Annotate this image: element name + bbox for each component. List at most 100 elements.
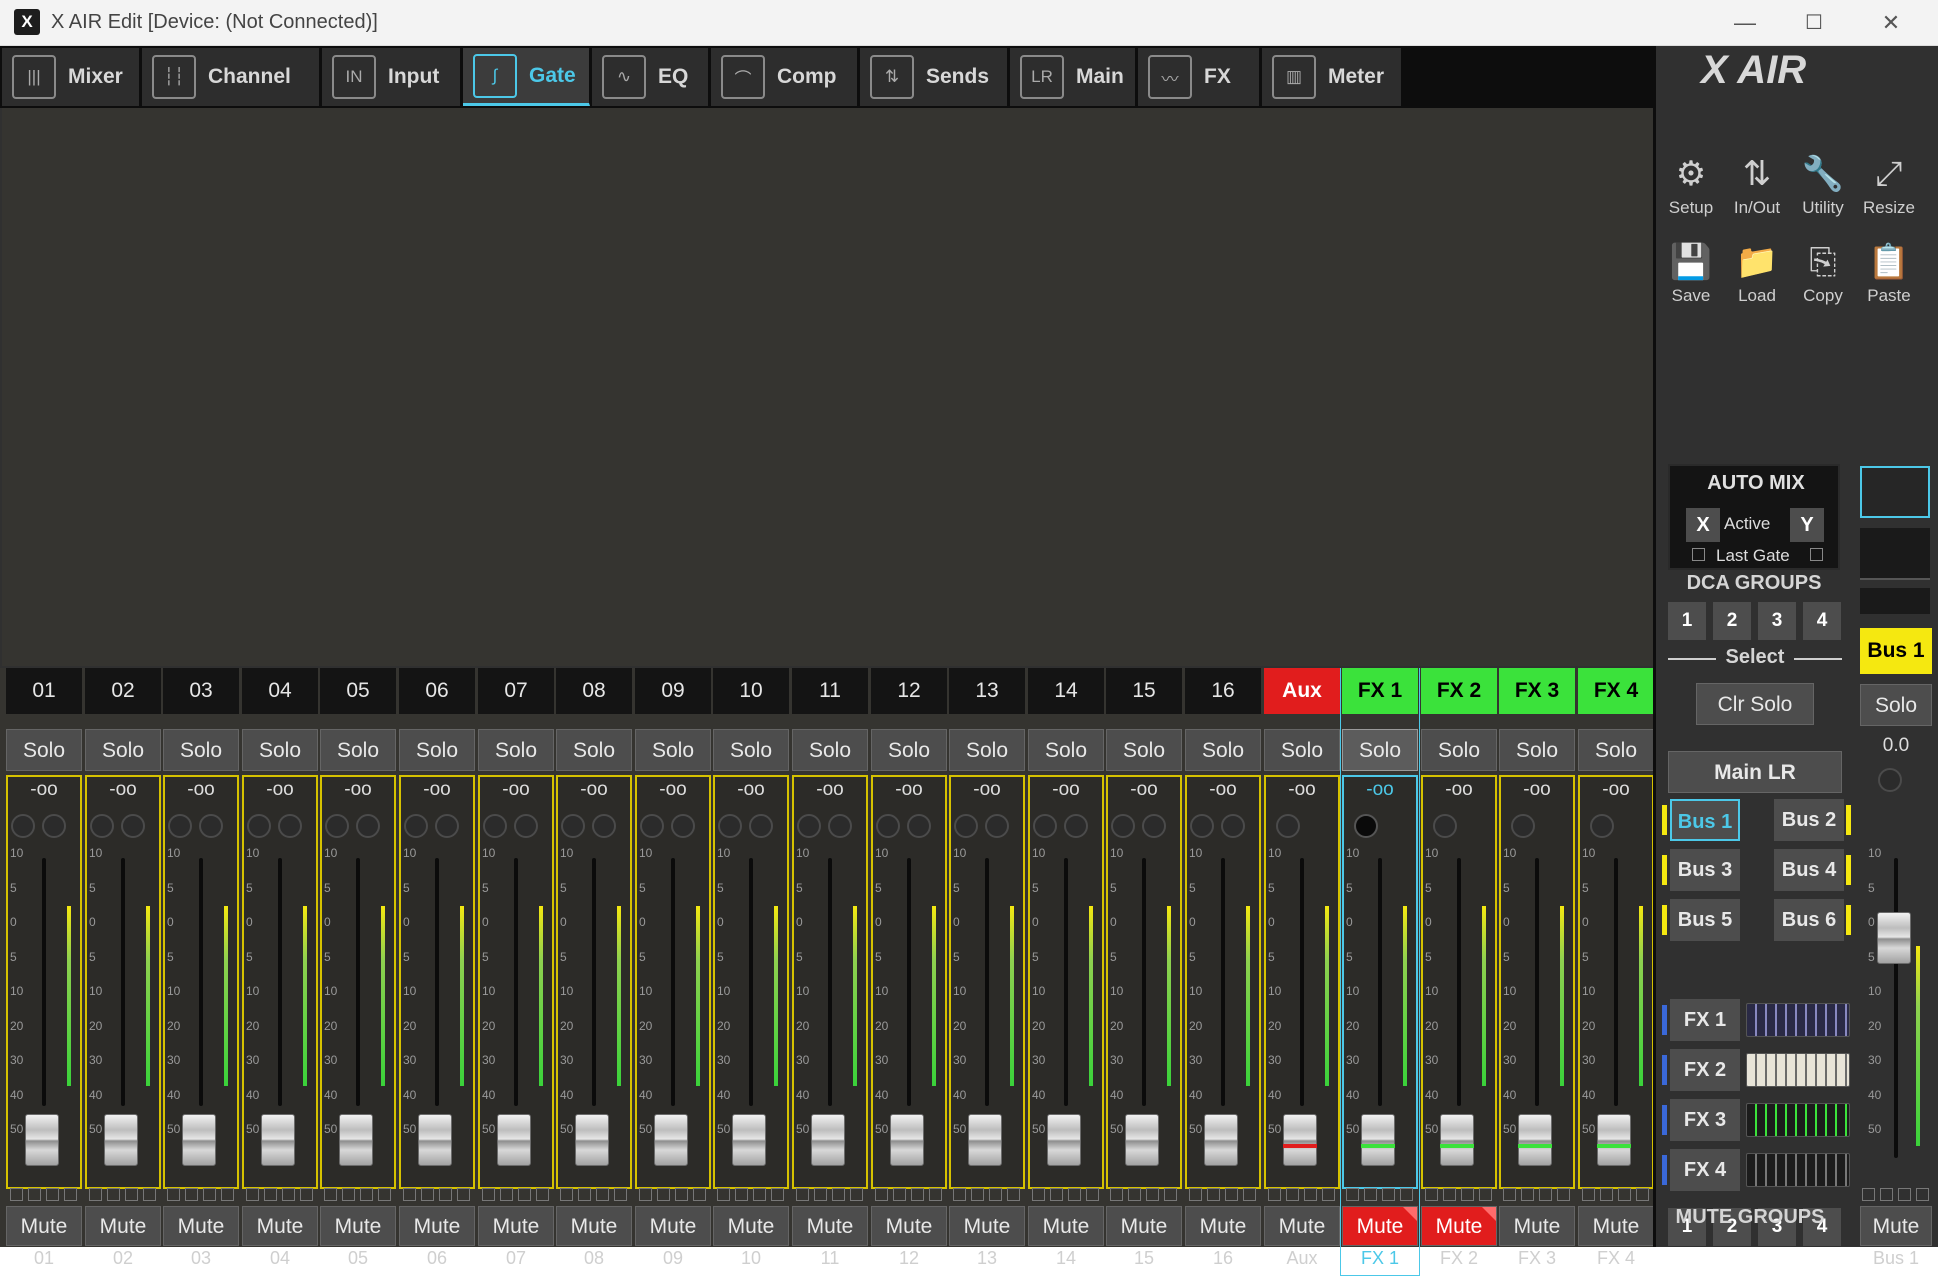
gain-knob[interactable] [561,814,585,838]
mute-group-box[interactable] [107,1188,120,1201]
mute-group-box[interactable] [300,1188,313,1201]
channel-number[interactable]: 15 [1106,668,1182,714]
tab-channel[interactable]: ┆┆ Channel [142,48,320,106]
gain-knob[interactable] [483,814,507,838]
solo-button[interactable]: Solo [242,729,318,771]
pan-knob[interactable] [1433,814,1457,838]
channel-number[interactable]: 09 [635,668,711,714]
tab-mixer[interactable]: ||| Mixer [2,48,140,106]
fx-3-select-button[interactable]: FX 3 [1670,1099,1740,1141]
tab-comp[interactable]: ⌒ Comp [711,48,858,106]
mute-button[interactable]: Mute [242,1206,318,1246]
mute-group-box[interactable] [46,1188,59,1201]
gain-knob[interactable] [11,814,35,838]
mute-button[interactable]: Mute [478,1206,554,1246]
mute-button[interactable]: Mute [871,1206,947,1246]
tab-sends[interactable]: ⇅ Sends [860,48,1008,106]
solo-button[interactable]: Solo [1499,729,1575,771]
fader-cap[interactable] [497,1114,531,1166]
tool-load[interactable]: 📁 Load [1726,238,1788,318]
bus1-mute-group-box[interactable] [1862,1188,1875,1201]
mute-group-box[interactable] [989,1188,1002,1201]
mute-button[interactable]: Mute [1499,1206,1575,1246]
bus1-strip-label[interactable]: Bus 1 [1860,628,1932,674]
fx-2-thumbnail[interactable] [1746,1053,1850,1087]
solo-button[interactable]: Solo [635,729,711,771]
fader-cap[interactable] [654,1114,688,1166]
fader-cap[interactable] [1047,1114,1081,1166]
main-lr-button[interactable]: Main LR [1668,751,1842,793]
pan-knob[interactable] [42,814,66,838]
close-button[interactable]: ✕ [1868,8,1914,38]
mute-group-box[interactable] [1557,1188,1570,1201]
tab-gate[interactable]: ∫ Gate [463,48,590,106]
pan-knob[interactable] [907,814,931,838]
tool-setup[interactable]: ⚙ Setup [1660,150,1722,230]
channel-number[interactable]: 05 [320,668,396,714]
mute-group-box[interactable] [832,1188,845,1201]
mute-button[interactable]: Mute [635,1206,711,1246]
mute-group-box[interactable] [1050,1188,1063,1201]
mute-button[interactable]: Mute [1264,1206,1340,1246]
bus1-mute-button[interactable]: Mute [1860,1206,1932,1246]
mute-group-box[interactable] [1618,1188,1631,1201]
mute-group-box[interactable] [1286,1188,1299,1201]
bus1-mute-group-box[interactable] [1898,1188,1911,1201]
mute-button[interactable]: Mute [320,1206,396,1246]
channel-number[interactable]: 13 [949,668,1025,714]
solo-button[interactable]: Solo [1106,729,1182,771]
bus1-pan-knob[interactable] [1878,768,1902,792]
mute-group-box[interactable] [1461,1188,1474,1201]
pan-knob[interactable] [278,814,302,838]
fader-cap[interactable] [811,1114,845,1166]
solo-button[interactable]: Solo [1028,729,1104,771]
mute-group-box[interactable] [439,1188,452,1201]
fader-cap[interactable] [418,1114,452,1166]
gain-knob[interactable] [797,814,821,838]
gain-knob[interactable] [640,814,664,838]
mute-group-box[interactable] [1110,1188,1123,1201]
mute-group-box[interactable] [203,1188,216,1201]
pan-knob[interactable] [1142,814,1166,838]
mute-group-box[interactable] [639,1188,652,1201]
mute-group-box[interactable] [560,1188,573,1201]
solo-button[interactable]: Solo [320,729,396,771]
mute-group-box[interactable] [246,1188,259,1201]
solo-button[interactable]: Solo [1185,729,1261,771]
gain-knob[interactable] [1190,814,1214,838]
mute-button[interactable]: Mute [792,1206,868,1246]
bus-5-select-button[interactable]: Bus 5 [1670,899,1740,941]
bus-3-select-button[interactable]: Bus 3 [1670,849,1740,891]
mute-group-box[interactable] [875,1188,888,1201]
tool-resize[interactable]: ⤢ Resize [1858,150,1920,230]
gain-knob[interactable] [876,814,900,838]
mute-group-box[interactable] [482,1188,495,1201]
mute-group-box[interactable] [378,1188,391,1201]
mute-button[interactable]: Mute [1421,1206,1497,1246]
mute-group-box[interactable] [1636,1188,1649,1201]
channel-number[interactable]: Aux [1264,668,1340,714]
fx-1-select-button[interactable]: FX 1 [1670,999,1740,1041]
solo-button[interactable]: Solo [949,729,1025,771]
pan-knob[interactable] [985,814,1009,838]
gain-knob[interactable] [90,814,114,838]
maximize-button[interactable]: ☐ [1791,8,1837,38]
tool-paste[interactable]: 📋 Paste [1858,238,1920,318]
tool-copy[interactable]: ⎘ Copy [1792,238,1854,318]
mute-button[interactable]: Mute [949,1206,1025,1246]
bus1-mute-group-box[interactable] [1916,1188,1929,1201]
pan-knob[interactable] [199,814,223,838]
mute-group-box[interactable] [753,1188,766,1201]
fader-cap[interactable] [890,1114,924,1166]
mute-group-box[interactable] [911,1188,924,1201]
mute-group-box[interactable] [614,1188,627,1201]
channel-number[interactable]: 03 [163,668,239,714]
mute-group-box[interactable] [796,1188,809,1201]
pan-knob[interactable] [592,814,616,838]
fader-cap[interactable] [182,1114,216,1166]
mute-group-box[interactable] [971,1188,984,1201]
fx-2-select-button[interactable]: FX 2 [1670,1049,1740,1091]
channel-number[interactable]: 11 [792,668,868,714]
bus1-mute-group-box[interactable] [1880,1188,1893,1201]
fader-cap[interactable] [1204,1114,1238,1166]
